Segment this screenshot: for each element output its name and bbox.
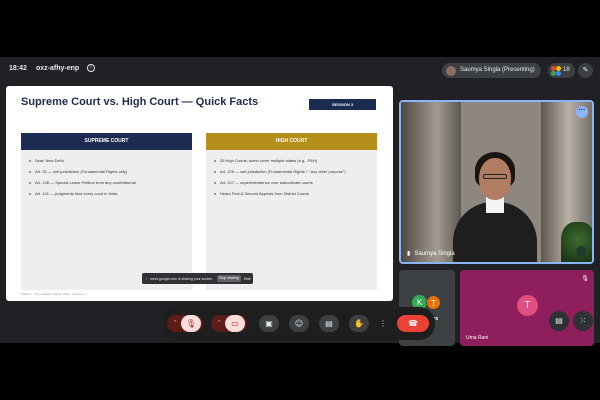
supreme-court-heading: SUPREME COURT	[21, 133, 192, 150]
high-court-heading: HIGH COURT	[206, 133, 377, 150]
captions-icon[interactable]: ▤	[319, 315, 339, 332]
participant-name: Uma Rani	[466, 335, 489, 341]
dots-icon: ⁞	[146, 276, 148, 281]
session-badge: SESSION 3	[309, 99, 376, 110]
background-curtain	[401, 102, 461, 262]
presenter-face	[479, 158, 511, 200]
mic-control-group: ⌃ 🎙	[167, 315, 203, 332]
participant-count: 18	[563, 67, 570, 73]
emoji-icon[interactable]: ☺	[289, 315, 309, 332]
participant-tile-uma-rani[interactable]: 🎙 T Uma Rani	[460, 270, 594, 346]
high-court-column: HIGH COURT 25 High Courts; some cover mu…	[206, 133, 377, 290]
slide-footer: INDIA-2 · The Litigation Starter Pack · …	[21, 292, 86, 296]
presenter-glasses	[483, 174, 507, 179]
raise-hand-icon[interactable]: ✋	[349, 315, 369, 332]
presenter-avatar	[446, 66, 456, 76]
screen-share-bar: ⁞ meet.google.com is sharing your screen…	[142, 273, 253, 284]
stop-sharing-button[interactable]: Stop sharing	[217, 275, 241, 282]
chat-icon[interactable]: ▤	[549, 311, 569, 331]
presenter-name: Saumya Singla	[414, 250, 455, 257]
avatar: T	[426, 295, 441, 310]
presenting-chip[interactable]: Saumya Singla (Presenting)	[442, 63, 541, 78]
list-item: 25 High Courts; some cover multiple stat…	[214, 158, 377, 163]
top-bar: 18:42 oxz-afhy-enp i Saumya Singla (Pres…	[0, 57, 600, 84]
background-plant	[561, 222, 592, 262]
shared-slide: Supreme Court vs. High Court — Quick Fac…	[6, 86, 393, 301]
mic-off-icon: 🎙	[581, 276, 589, 282]
chevron-up-icon[interactable]: ⌃	[169, 315, 181, 332]
pencil-icon[interactable]: ✎	[578, 63, 593, 78]
list-item: Art. 136 — Special Leave Petition from a…	[29, 180, 192, 185]
list-item: Seat: New Delhi	[29, 158, 192, 163]
presenter-tile[interactable]: ··· ▮ Saumya Singla	[399, 100, 594, 264]
people-button[interactable]: 18	[548, 63, 575, 78]
presenting-icon: ▮	[407, 251, 411, 257]
chevron-up-icon[interactable]: ⌃	[213, 315, 225, 332]
speaking-indicator-icon	[576, 246, 586, 256]
call-controls: ⌃ 🎙 ⌃ ▭ ▣ ☺ ▤ ✋ ⋮ ☎	[163, 307, 435, 340]
meet-window: 18:42 oxz-afhy-enp i Saumya Singla (Pres…	[0, 57, 600, 346]
more-vert-icon[interactable]: ⋮	[379, 315, 387, 332]
more-options-icon[interactable]: ···	[576, 106, 588, 118]
people-icon	[551, 66, 561, 76]
mic-off-icon[interactable]: 🎙	[181, 315, 201, 332]
presenter-name-tag: ▮ Saumya Singla	[407, 250, 455, 258]
end-call-icon[interactable]: ☎	[397, 315, 429, 332]
supreme-court-list: Seat: New Delhi Art. 32 — writ jurisdict…	[21, 150, 192, 196]
clock: 18:42	[9, 65, 27, 72]
high-court-list: 25 High Courts; some cover multiple stat…	[206, 150, 377, 196]
screen: 18:42 oxz-afhy-enp i Saumya Singla (Pres…	[0, 0, 600, 400]
share-notice: meet.google.com is sharing your screen.	[150, 276, 214, 281]
avatar: T	[517, 295, 538, 316]
list-item: Art. 226 — writ jurisdiction (Fundamenta…	[214, 169, 377, 174]
hide-button[interactable]: Hide	[244, 277, 251, 281]
slide-title: Supreme Court vs. High Court — Quick Fac…	[21, 96, 259, 108]
activities-icon[interactable]: ⁙	[573, 311, 593, 331]
meeting-code: oxz-afhy-enp	[36, 65, 80, 72]
camera-control-group: ⌃ ▭	[211, 315, 247, 332]
camera-off-icon[interactable]: ▭	[225, 315, 245, 332]
list-item: Art. 32 — writ jurisdiction (Fundamental…	[29, 169, 192, 174]
presenting-label: Saumya Singla (Presenting)	[460, 67, 535, 73]
present-screen-icon[interactable]: ▣	[259, 315, 279, 332]
list-item: Hears First & Second Appeals from Distri…	[214, 191, 377, 196]
list-item: Art. 227 — superintendence over subordin…	[214, 180, 377, 185]
list-item: Art. 141 — judgments bind every court in…	[29, 191, 192, 196]
info-icon[interactable]: i	[87, 64, 95, 72]
supreme-court-column: SUPREME COURT Seat: New Delhi Art. 32 — …	[21, 133, 192, 290]
